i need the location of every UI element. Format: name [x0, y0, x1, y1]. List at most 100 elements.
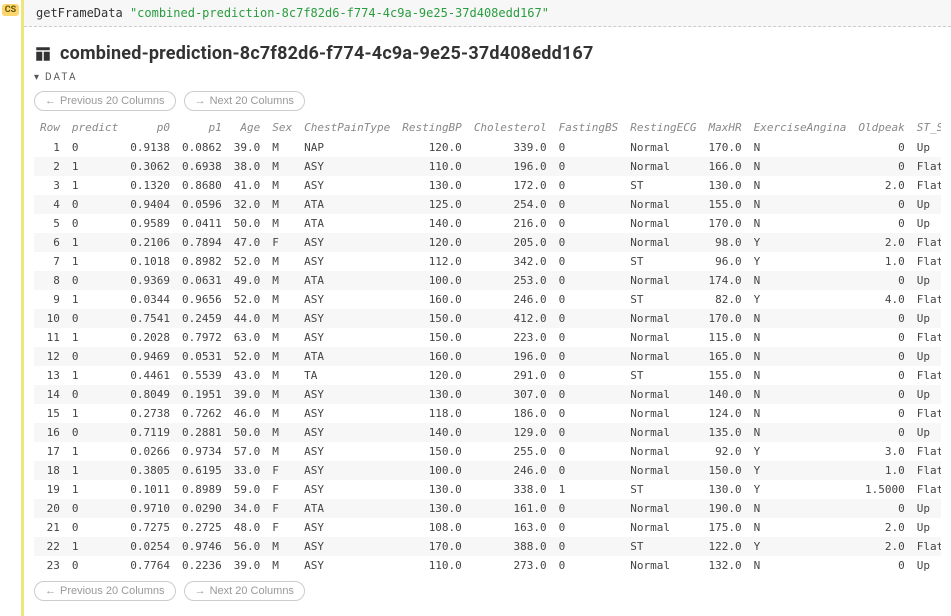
table-row[interactable]: 100.91380.086239.0MNAP120.0339.00Normal1…: [34, 138, 941, 157]
cell-Age: 44.0: [228, 309, 267, 328]
table-row[interactable]: 310.13200.868041.0MASY130.0172.00ST130.0…: [34, 176, 941, 195]
cell-ChestPainType: ASY: [298, 480, 396, 499]
cell-Oldpeak: 0: [852, 309, 910, 328]
cell-RestingBP: 130.0: [396, 499, 468, 518]
cell-Age: 41.0: [228, 176, 267, 195]
cell-p0: 0.7119: [124, 423, 176, 442]
col-header-RestingECG[interactable]: RestingECG: [624, 117, 702, 138]
cell-FastingBS: 0: [553, 385, 625, 404]
output-panel: combined-prediction-8c7f82d6-f774-4c9a-9…: [24, 27, 951, 609]
cell-MaxHR: 155.0: [703, 195, 748, 214]
table-row[interactable]: 1400.80490.195139.0MASY130.0307.00Normal…: [34, 385, 941, 404]
cell-Row: 3: [34, 176, 66, 195]
table-row[interactable]: 500.95890.041150.0MATA140.0216.00Normal1…: [34, 214, 941, 233]
cell-Row: 15: [34, 404, 66, 423]
cell-ST_Slope: Up: [911, 499, 941, 518]
table-row[interactable]: 1810.38050.619533.0FASY100.0246.00Normal…: [34, 461, 941, 480]
col-header-p1[interactable]: p1: [176, 117, 228, 138]
cell-RestingBP: 112.0: [396, 252, 468, 271]
cell-Sex: M: [266, 423, 298, 442]
table-row[interactable]: 1000.75410.245944.0MASY150.0412.00Normal…: [34, 309, 941, 328]
cell-Cholesterol: 388.0: [468, 537, 553, 556]
prev-columns-button-bottom[interactable]: ← Previous 20 Columns: [34, 581, 176, 601]
col-header-Cholesterol[interactable]: Cholesterol: [468, 117, 553, 138]
cell-Oldpeak: 1.5000: [852, 480, 910, 499]
cell-Sex: M: [266, 385, 298, 404]
cell-FastingBS: 0: [553, 214, 625, 233]
table-row[interactable]: 1310.44610.553943.0MTA120.0291.00ST155.0…: [34, 366, 941, 385]
cell-Sex: M: [266, 309, 298, 328]
table-row[interactable]: 2300.77640.223639.0MASY110.0273.00Normal…: [34, 556, 941, 575]
cell-FastingBS: 0: [553, 328, 625, 347]
cell-ExerciseAngina: N: [748, 176, 853, 195]
cell-Oldpeak: 0: [852, 404, 910, 423]
col-header-RestingBP[interactable]: RestingBP: [396, 117, 468, 138]
table-row[interactable]: 1910.10110.898959.0FASY130.0338.01ST130.…: [34, 480, 941, 499]
cell-Age: 59.0: [228, 480, 267, 499]
table-row[interactable]: 710.10180.898252.0MASY112.0342.00ST96.0Y…: [34, 252, 941, 271]
cell-Sex: M: [266, 252, 298, 271]
cell-Row: 7: [34, 252, 66, 271]
cell-RestingBP: 170.0: [396, 537, 468, 556]
cell-Cholesterol: 339.0: [468, 138, 553, 157]
col-header-MaxHR[interactable]: MaxHR: [703, 117, 748, 138]
cell-predict: 1: [66, 366, 124, 385]
col-header-Sex[interactable]: Sex: [266, 117, 298, 138]
cell-Oldpeak: 2.0: [852, 518, 910, 537]
col-header-predict[interactable]: predict: [66, 117, 124, 138]
next-columns-button-bottom[interactable]: → Next 20 Columns: [184, 581, 305, 601]
cell-p0: 0.1011: [124, 480, 176, 499]
table-row[interactable]: 1510.27380.726246.0MASY118.0186.00Normal…: [34, 404, 941, 423]
cell-predict: 0: [66, 385, 124, 404]
cell-RestingECG: Normal: [624, 423, 702, 442]
cell-ST_Slope: Up: [911, 423, 941, 442]
code-cell[interactable]: getFrameData "combined-prediction-8c7f82…: [24, 0, 951, 27]
table-row[interactable]: 1600.71190.288150.0MASY140.0129.00Normal…: [34, 423, 941, 442]
col-header-ChestPainType[interactable]: ChestPainType: [298, 117, 396, 138]
cell-FastingBS: 0: [553, 461, 625, 480]
cell-p1: 0.7894: [176, 233, 228, 252]
cell-Cholesterol: 291.0: [468, 366, 553, 385]
data-section-toggle[interactable]: ▾ DATA: [34, 72, 941, 83]
table-row[interactable]: 2000.97100.029034.0FATA130.0161.00Normal…: [34, 499, 941, 518]
cell-Cholesterol: 246.0: [468, 461, 553, 480]
col-header-Oldpeak[interactable]: Oldpeak: [852, 117, 910, 138]
prev-columns-button[interactable]: ← Previous 20 Columns: [34, 91, 176, 111]
cell-FastingBS: 0: [553, 499, 625, 518]
cell-Cholesterol: 412.0: [468, 309, 553, 328]
col-header-ST_Slope[interactable]: ST_Slope: [911, 117, 941, 138]
cell-RestingBP: 140.0: [396, 214, 468, 233]
table-row[interactable]: 800.93690.063149.0MATA100.0253.00Normal1…: [34, 271, 941, 290]
col-header-Age[interactable]: Age: [228, 117, 267, 138]
col-header-Row[interactable]: Row: [34, 117, 66, 138]
cell-p0: 0.2738: [124, 404, 176, 423]
table-row[interactable]: 1110.20280.797263.0MASY150.0223.00Normal…: [34, 328, 941, 347]
cell-predict: 0: [66, 138, 124, 157]
cell-Sex: F: [266, 518, 298, 537]
cell-Age: 33.0: [228, 461, 267, 480]
cell-ChestPainType: ASY: [298, 423, 396, 442]
table-row[interactable]: 210.30620.693838.0MASY110.0196.00Normal1…: [34, 157, 941, 176]
cell-predict: 0: [66, 347, 124, 366]
cell-Row: 20: [34, 499, 66, 518]
cell-ExerciseAngina: N: [748, 347, 853, 366]
col-header-ExerciseAngina[interactable]: ExerciseAngina: [748, 117, 853, 138]
cell-Oldpeak: 0: [852, 499, 910, 518]
col-header-p0[interactable]: p0: [124, 117, 176, 138]
col-header-FastingBS[interactable]: FastingBS: [553, 117, 625, 138]
cell-ExerciseAngina: N: [748, 518, 853, 537]
cell-p1: 0.2725: [176, 518, 228, 537]
cell-p0: 0.2028: [124, 328, 176, 347]
code-arg: "combined-prediction-8c7f82d6-f774-4c9a-…: [130, 6, 549, 20]
cell-Oldpeak: 1.0: [852, 461, 910, 480]
next-columns-button[interactable]: → Next 20 Columns: [184, 91, 305, 111]
table-row[interactable]: 1710.02660.973457.0MASY150.0255.00Normal…: [34, 442, 941, 461]
cell-MaxHR: 190.0: [703, 499, 748, 518]
table-row[interactable]: 910.03440.965652.0MASY160.0246.00ST82.0Y…: [34, 290, 941, 309]
table-row[interactable]: 1200.94690.053152.0MATA160.0196.00Normal…: [34, 347, 941, 366]
table-row[interactable]: 400.94040.059632.0MATA125.0254.00Normal1…: [34, 195, 941, 214]
cell-ExerciseAngina: Y: [748, 233, 853, 252]
table-row[interactable]: 2100.72750.272548.0FASY108.0163.00Normal…: [34, 518, 941, 537]
table-row[interactable]: 2210.02540.974656.0MASY170.0388.00ST122.…: [34, 537, 941, 556]
table-row[interactable]: 610.21060.789447.0FASY120.0205.00Normal9…: [34, 233, 941, 252]
